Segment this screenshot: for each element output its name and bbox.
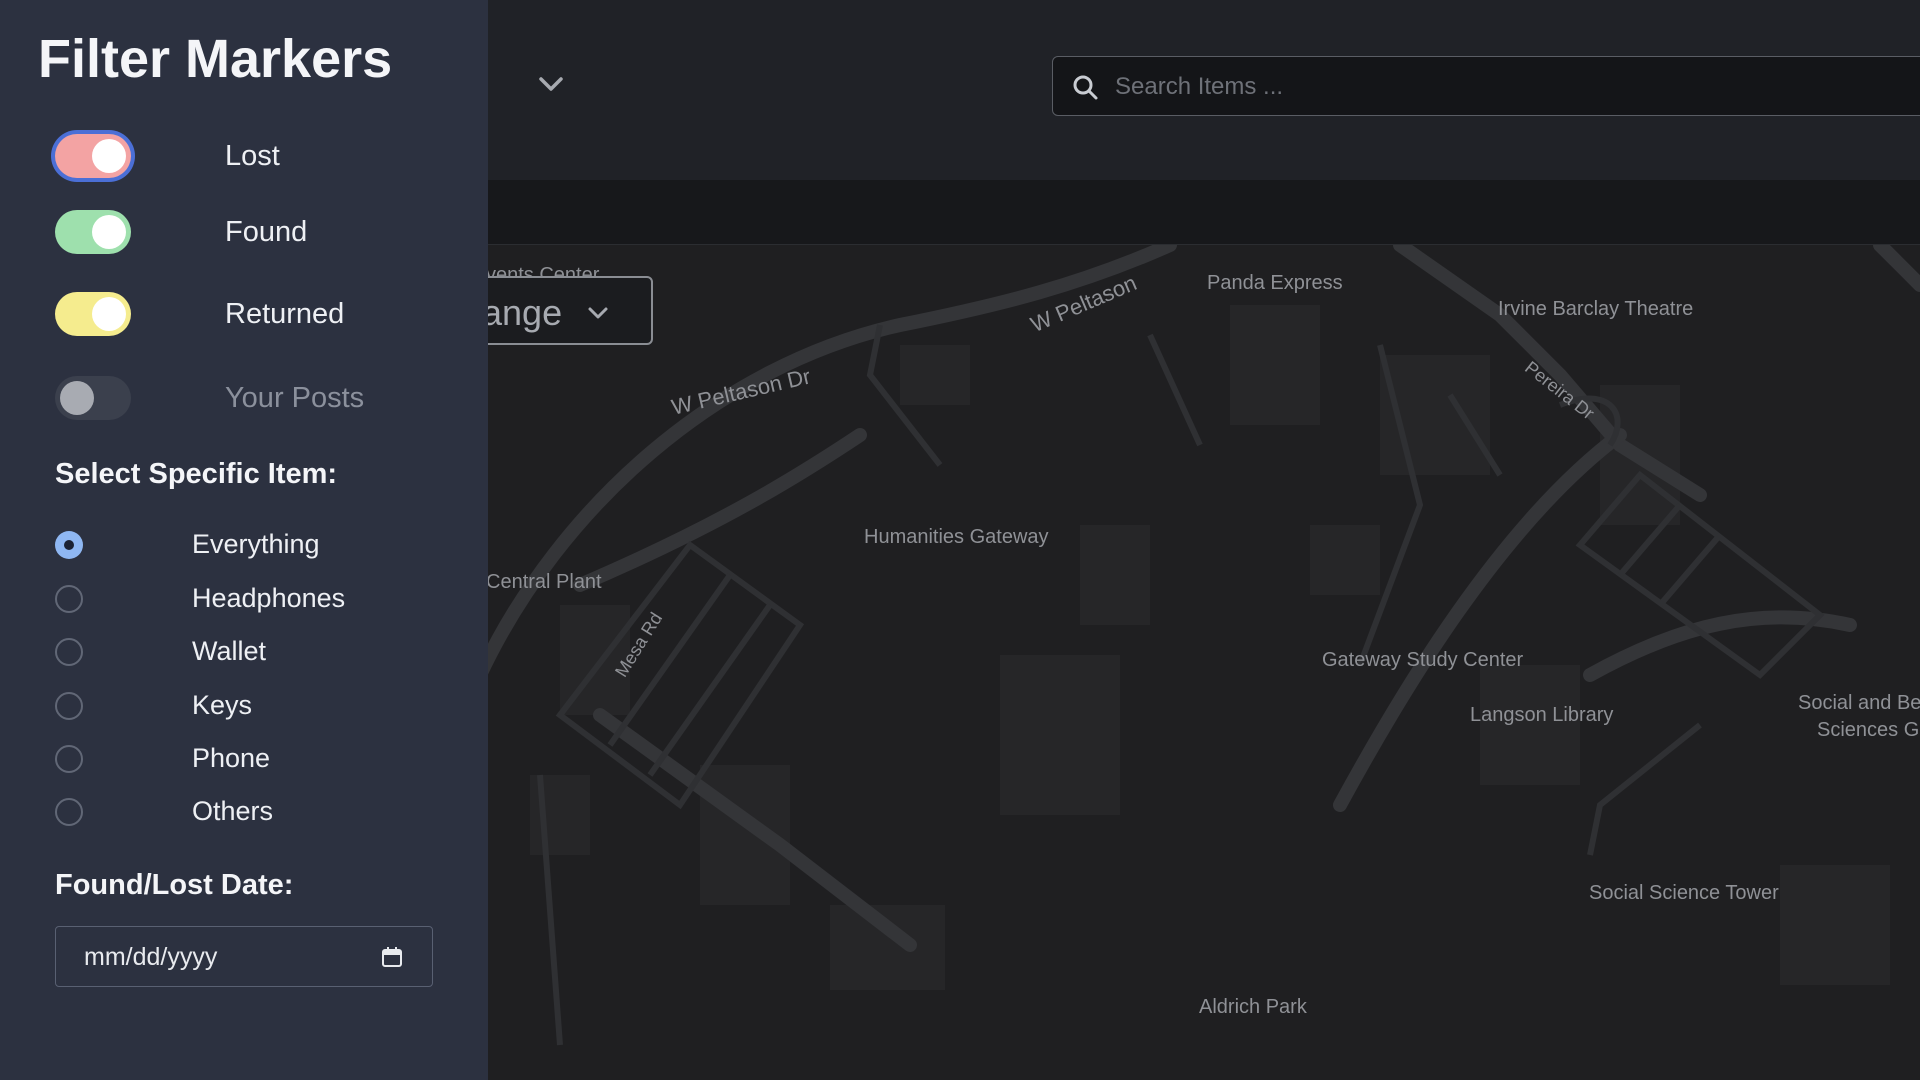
returned-toggle[interactable] bbox=[55, 292, 131, 336]
radio-label: Others bbox=[192, 796, 274, 826]
radio-option-wallet[interactable]: Wallet bbox=[55, 636, 435, 670]
chevron-down-icon[interactable] bbox=[537, 70, 565, 98]
map-label: Humanities Gateway bbox=[864, 526, 1049, 548]
map-label: Aldrich Park bbox=[1199, 996, 1307, 1018]
your-posts-toggle[interactable] bbox=[55, 376, 131, 420]
date-section-heading: Found/Lost Date: bbox=[55, 869, 294, 901]
filter-panel: Filter Markers Lost Found Returned Your … bbox=[0, 0, 488, 1080]
map-label: Social and Be bbox=[1798, 692, 1920, 714]
radio-button[interactable] bbox=[55, 692, 83, 720]
radio-label: Wallet bbox=[192, 636, 267, 666]
radio-label: Phone bbox=[192, 743, 271, 773]
radio-label: Keys bbox=[192, 690, 253, 720]
map-label: Irvine Barclay Theatre bbox=[1498, 298, 1694, 320]
map-label: Social Science Tower bbox=[1589, 882, 1779, 904]
search-icon bbox=[1073, 75, 1098, 100]
radio-button[interactable] bbox=[55, 531, 83, 559]
toggle-row-your-posts[interactable]: Your Posts bbox=[55, 376, 455, 422]
calendar-icon[interactable] bbox=[380, 945, 404, 969]
radio-option-phone[interactable]: Phone bbox=[55, 743, 435, 777]
radio-label: Headphones bbox=[192, 583, 346, 613]
panel-title: Filter Markers bbox=[38, 29, 393, 89]
radio-button[interactable] bbox=[55, 638, 83, 666]
item-section-heading: Select Specific Item: bbox=[55, 458, 338, 490]
radio-option-everything[interactable]: Everything bbox=[55, 529, 435, 563]
range-dropdown-label: ange bbox=[482, 292, 563, 333]
toggle-knob bbox=[60, 381, 94, 415]
radio-option-headphones[interactable]: Headphones bbox=[55, 583, 435, 617]
search-bar[interactable] bbox=[1052, 56, 1920, 117]
toggle-knob bbox=[92, 297, 126, 331]
toggle-label: Your Posts bbox=[225, 382, 365, 414]
date-field[interactable] bbox=[55, 926, 433, 988]
map-label: Langson Library bbox=[1470, 704, 1614, 726]
radio-label: Everything bbox=[192, 529, 320, 559]
radio-option-others[interactable]: Others bbox=[55, 796, 435, 830]
chevron-down-icon bbox=[588, 307, 608, 319]
radio-button[interactable] bbox=[55, 585, 83, 613]
map-label: Sciences G bbox=[1817, 719, 1920, 741]
toggle-knob bbox=[92, 215, 126, 249]
lost-toggle[interactable] bbox=[55, 134, 131, 178]
search-input[interactable] bbox=[1113, 57, 1920, 117]
toggle-row-lost[interactable]: Lost bbox=[55, 134, 455, 180]
map-label: Central Plant bbox=[486, 571, 602, 593]
date-input[interactable] bbox=[82, 927, 366, 988]
toggle-label: Lost bbox=[225, 140, 280, 172]
radio-option-keys[interactable]: Keys bbox=[55, 690, 435, 724]
toggle-row-returned[interactable]: Returned bbox=[55, 292, 455, 338]
map-label: Gateway Study Center bbox=[1322, 649, 1524, 671]
toggle-label: Found bbox=[225, 216, 308, 248]
toggle-knob bbox=[92, 139, 126, 173]
radio-button[interactable] bbox=[55, 745, 83, 773]
toggle-label: Returned bbox=[225, 298, 345, 330]
radio-button[interactable] bbox=[55, 798, 83, 826]
map-label: Panda Express bbox=[1207, 272, 1343, 294]
toggle-row-found[interactable]: Found bbox=[55, 210, 455, 256]
found-toggle[interactable] bbox=[55, 210, 131, 254]
